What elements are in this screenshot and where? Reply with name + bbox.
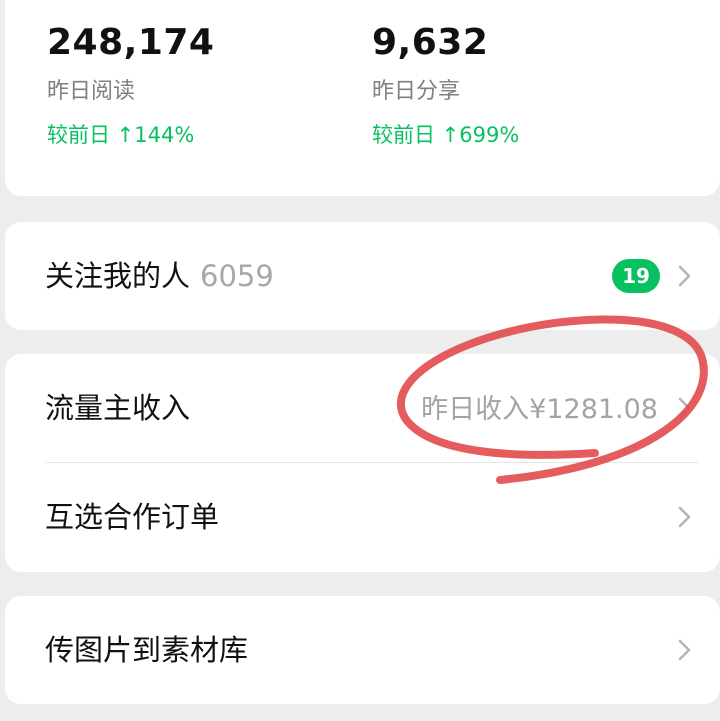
- shares-label: 昨日分享: [372, 79, 461, 104]
- chevron-right-icon: [670, 394, 698, 422]
- stats-card: 248,174 昨日阅读 较前日 ↑144% 9,632 昨日分享 较前日 ↑6…: [5, 0, 720, 196]
- upload-title: 传图片到素材库: [45, 633, 249, 667]
- reads-stat[interactable]: 248,174 昨日阅读 较前日 ↑144%: [47, 25, 214, 146]
- shares-value: 9,632: [372, 22, 489, 63]
- followers-label: 关注我的人: [45, 259, 191, 293]
- mutual-orders-row[interactable]: 互选合作订单: [5, 463, 720, 572]
- chevron-right-icon: [670, 503, 698, 531]
- reads-label: 昨日阅读: [47, 79, 136, 104]
- chevron-right-icon: [670, 262, 698, 290]
- followers-count: 6059: [200, 259, 274, 293]
- revenue-row[interactable]: 流量主收入 昨日收入¥1281.08: [5, 354, 720, 462]
- mutual-orders-title: 互选合作订单: [45, 500, 220, 534]
- income-card: 流量主收入 昨日收入¥1281.08 互选合作订单: [5, 354, 720, 572]
- new-followers-badge: 19: [612, 259, 660, 293]
- shares-stat[interactable]: 9,632 昨日分享 较前日 ↑699%: [372, 25, 519, 146]
- followers-row[interactable]: 关注我的人 6059 19: [5, 222, 720, 330]
- revenue-title: 流量主收入: [45, 391, 191, 425]
- reads-change: 较前日 ↑144%: [47, 123, 195, 147]
- shares-change: 较前日 ↑699%: [372, 123, 520, 147]
- followers-title: 关注我的人 6059: [45, 262, 274, 291]
- upload-row[interactable]: 传图片到素材库: [5, 596, 720, 704]
- yesterday-revenue: 昨日收入¥1281.08: [421, 394, 658, 425]
- chevron-right-icon: [670, 636, 698, 664]
- reads-value: 248,174: [47, 22, 215, 63]
